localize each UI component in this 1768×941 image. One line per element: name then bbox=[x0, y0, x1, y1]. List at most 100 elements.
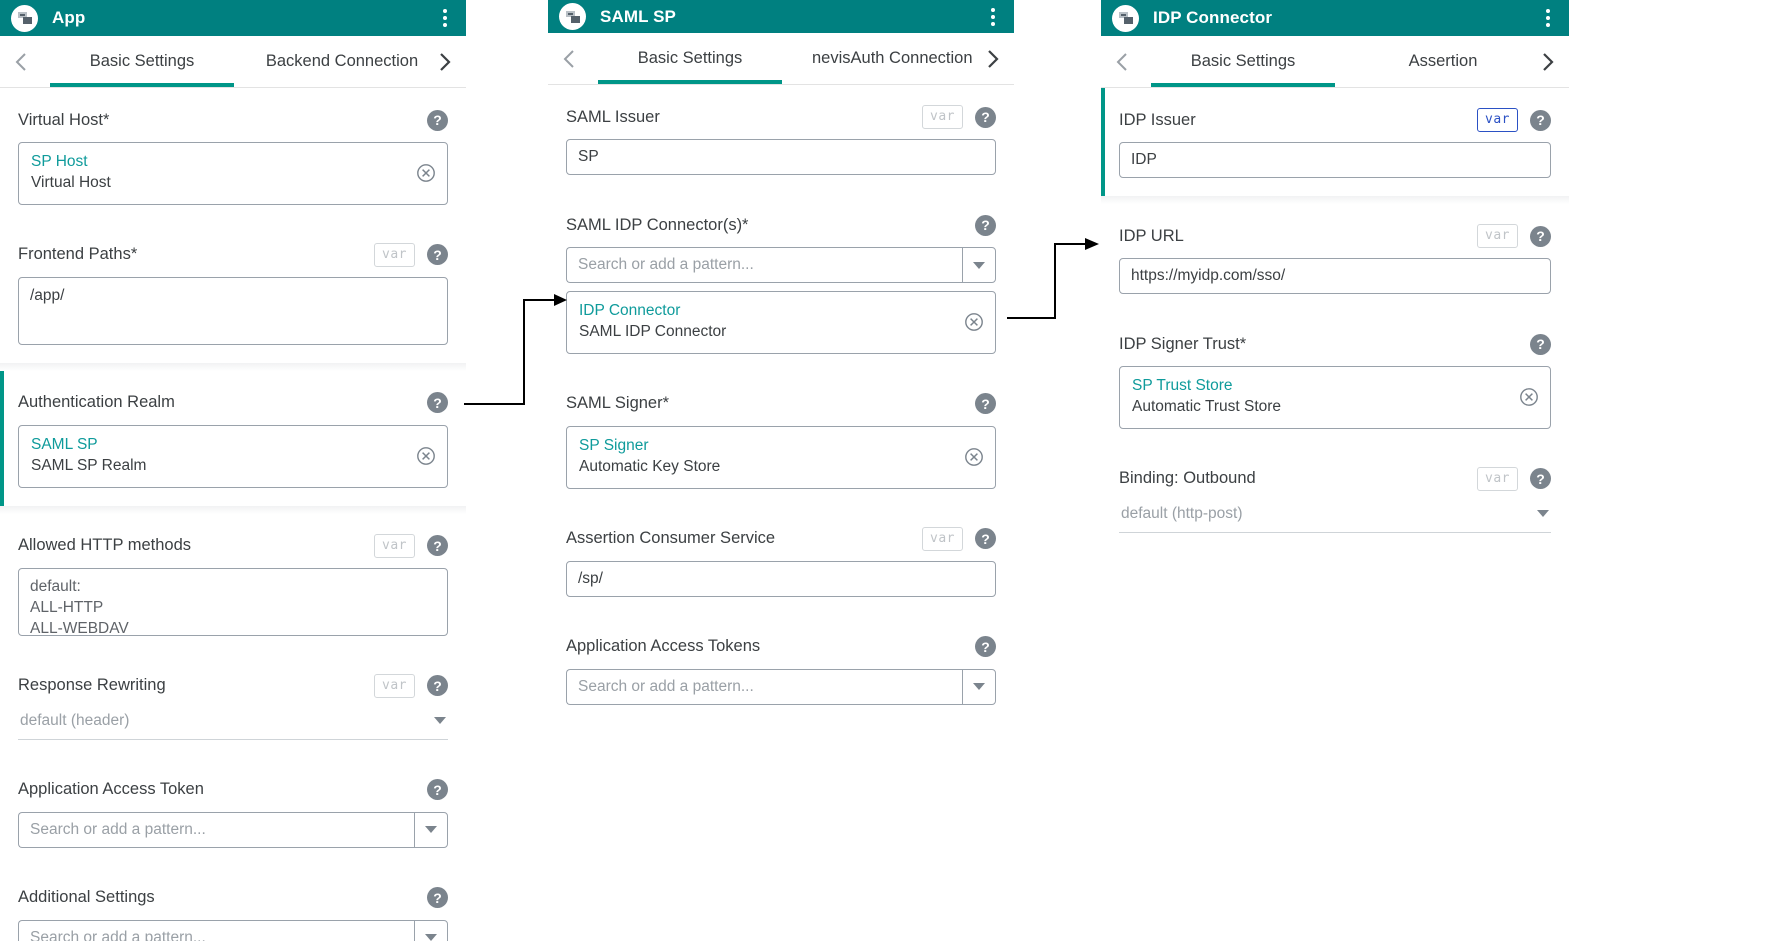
nevis-logo-icon bbox=[11, 4, 38, 32]
help-icon[interactable]: ? bbox=[975, 393, 996, 415]
var-badge[interactable]: var bbox=[922, 105, 963, 129]
field-response-rewriting: Response Rewriting var ? default (header… bbox=[0, 653, 466, 758]
clear-circle-icon[interactable] bbox=[1519, 387, 1539, 407]
chevron-left-icon[interactable] bbox=[1101, 36, 1143, 87]
application-access-token-combo bbox=[18, 811, 448, 848]
chip-title: SAML SP bbox=[31, 435, 98, 453]
tab-basic-settings[interactable]: Basic Settings bbox=[1143, 36, 1343, 87]
field-saml-signer: SAML Signer* ? SP Signer Automatic Key S… bbox=[548, 371, 1014, 507]
clear-circle-icon[interactable] bbox=[416, 163, 436, 183]
chevron-down-icon[interactable] bbox=[414, 919, 448, 941]
tab-backend-connection[interactable]: Backend Connection bbox=[242, 36, 424, 87]
clear-circle-icon[interactable] bbox=[964, 312, 984, 332]
binding-outbound-select[interactable]: default (http-post) bbox=[1119, 501, 1551, 533]
field-label: SAML Issuer bbox=[566, 107, 660, 126]
field-label: Allowed HTTP methods bbox=[18, 536, 192, 555]
kebab-menu-icon[interactable] bbox=[1539, 8, 1557, 28]
var-badge[interactable]: var bbox=[1477, 466, 1518, 491]
chevron-down-icon[interactable] bbox=[414, 811, 448, 848]
var-badge[interactable]: var bbox=[1477, 108, 1518, 132]
chevron-down-icon[interactable] bbox=[962, 247, 996, 283]
field-label: Application Access Token bbox=[18, 780, 204, 799]
help-icon[interactable]: ? bbox=[427, 244, 448, 266]
help-icon[interactable]: ? bbox=[975, 106, 996, 128]
idp-url-input[interactable] bbox=[1119, 258, 1551, 294]
panel-idp-connector-titlebar: IDP Connector bbox=[1101, 0, 1569, 36]
help-icon[interactable]: ? bbox=[427, 779, 448, 801]
chevron-down-icon[interactable] bbox=[962, 668, 996, 705]
panel-saml-sp: SAML SP Basic Settings nevisAuth Connect… bbox=[548, 0, 1014, 941]
field-label: Assertion Consumer Service bbox=[566, 529, 776, 548]
help-icon[interactable]: ? bbox=[427, 109, 448, 131]
response-rewriting-select[interactable]: default (header) bbox=[18, 708, 448, 740]
application-access-tokens-combo bbox=[566, 668, 996, 705]
chevron-down-icon bbox=[434, 717, 446, 725]
tab-assertion[interactable]: Assertion bbox=[1343, 36, 1527, 87]
allowed-http-methods-textarea[interactable]: default: ALL-HTTP ALL-WEBDAV -TRACE bbox=[18, 567, 448, 636]
chevron-right-icon[interactable] bbox=[424, 36, 466, 87]
help-icon[interactable]: ? bbox=[427, 675, 448, 697]
field-binding-outbound: Binding: Outbound var ? default (http-po… bbox=[1101, 446, 1569, 551]
var-badge[interactable]: var bbox=[1477, 224, 1518, 248]
clear-circle-icon[interactable] bbox=[964, 447, 984, 467]
kebab-menu-icon[interactable] bbox=[436, 8, 454, 28]
chevron-right-icon[interactable] bbox=[972, 33, 1014, 84]
field-label: IDP Signer Trust* bbox=[1119, 334, 1247, 353]
chip-subtitle: SAML SP Realm bbox=[31, 456, 147, 474]
help-icon[interactable]: ? bbox=[1530, 109, 1551, 131]
var-badge[interactable]: var bbox=[374, 533, 415, 558]
select-value: default (header) bbox=[20, 711, 130, 729]
selected-chip-authentication-realm[interactable]: SAML SP SAML SP Realm bbox=[18, 424, 448, 488]
panel-app-tabstrip: Basic Settings Backend Connection bbox=[0, 36, 466, 88]
var-badge[interactable]: var bbox=[922, 526, 963, 551]
selected-chip-saml-signer[interactable]: SP Signer Automatic Key Store bbox=[566, 425, 996, 489]
chevron-down-icon bbox=[1537, 510, 1549, 518]
saml-issuer-input[interactable] bbox=[566, 139, 996, 175]
panel-saml-sp-titlebar: SAML SP bbox=[548, 0, 1014, 33]
additional-settings-combo bbox=[18, 919, 448, 941]
help-icon[interactable]: ? bbox=[975, 214, 996, 236]
field-label: Application Access Tokens bbox=[566, 637, 761, 656]
help-icon[interactable]: ? bbox=[975, 636, 996, 658]
chip-title: SP Host bbox=[31, 153, 88, 170]
selected-chip-virtual-host[interactable]: SP Host Virtual Host bbox=[18, 142, 448, 205]
field-label: Binding: Outbound bbox=[1119, 469, 1256, 488]
application-access-tokens-input[interactable] bbox=[566, 668, 962, 705]
additional-settings-input[interactable] bbox=[18, 919, 414, 941]
panel-saml-sp-tabstrip: Basic Settings nevisAuth Connection bbox=[548, 33, 1014, 85]
help-icon[interactable]: ? bbox=[975, 528, 996, 550]
selected-chip-idp-signer-trust[interactable]: SP Trust Store Automatic Trust Store bbox=[1119, 366, 1551, 429]
help-icon[interactable]: ? bbox=[427, 535, 448, 557]
nevis-logo-icon bbox=[1112, 4, 1139, 32]
chevron-left-icon[interactable] bbox=[548, 33, 590, 84]
help-icon[interactable]: ? bbox=[1530, 333, 1551, 355]
chevron-left-icon[interactable] bbox=[0, 36, 42, 87]
tab-basic-settings[interactable]: Basic Settings bbox=[42, 36, 242, 87]
field-idp-signer-trust: IDP Signer Trust* ? SP Trust Store Autom… bbox=[1101, 312, 1569, 447]
saml-idp-connectors-input[interactable] bbox=[566, 247, 962, 283]
frontend-paths-textarea[interactable]: /app/ bbox=[18, 276, 448, 345]
field-label: Additional Settings bbox=[18, 888, 155, 907]
tab-label: nevisAuth Connection bbox=[812, 49, 972, 67]
tab-label: Basic Settings bbox=[1190, 52, 1296, 70]
field-saml-issuer: SAML Issuer var ? bbox=[548, 85, 1014, 193]
chevron-right-icon[interactable] bbox=[1527, 36, 1569, 87]
section-divider bbox=[1101, 196, 1569, 204]
help-icon[interactable]: ? bbox=[1530, 468, 1551, 490]
help-icon[interactable]: ? bbox=[427, 887, 448, 909]
help-icon[interactable]: ? bbox=[1530, 225, 1551, 247]
selected-chip-idp-connector[interactable]: IDP Connector SAML IDP Connector bbox=[566, 291, 996, 354]
field-allowed-http-methods: Allowed HTTP methods var ? default: ALL-… bbox=[0, 513, 466, 654]
tab-nevisauth-connection[interactable]: nevisAuth Connection bbox=[790, 33, 972, 84]
var-badge[interactable]: var bbox=[374, 242, 415, 267]
kebab-menu-icon[interactable] bbox=[984, 7, 1002, 27]
tab-basic-settings[interactable]: Basic Settings bbox=[590, 33, 790, 84]
var-badge[interactable]: var bbox=[374, 673, 415, 698]
application-access-token-input[interactable] bbox=[18, 811, 414, 848]
clear-circle-icon[interactable] bbox=[416, 446, 436, 466]
chip-subtitle: Virtual Host bbox=[31, 173, 111, 191]
assertion-consumer-service-input[interactable] bbox=[566, 560, 996, 597]
select-value: default (http-post) bbox=[1121, 504, 1243, 522]
help-icon[interactable]: ? bbox=[427, 392, 448, 414]
idp-issuer-input[interactable] bbox=[1119, 142, 1551, 178]
